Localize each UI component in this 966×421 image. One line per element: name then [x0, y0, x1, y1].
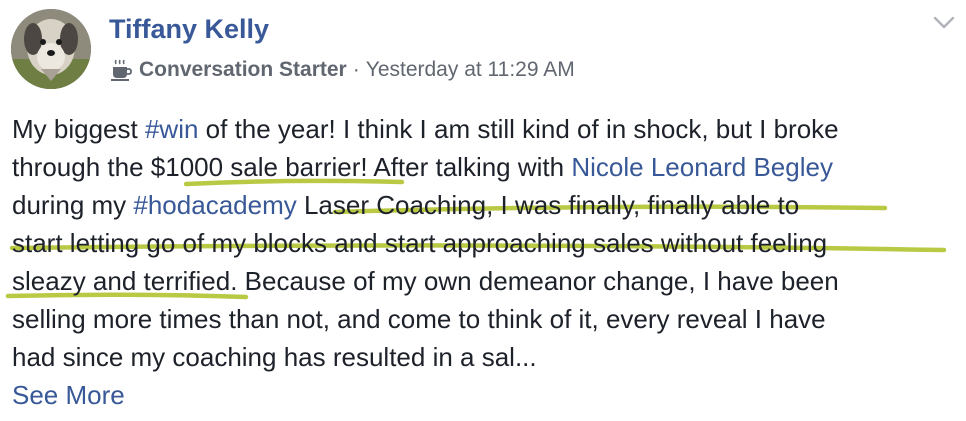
- inline-link[interactable]: Nicole Leonard Begley: [571, 152, 833, 182]
- meta-separator: ·: [352, 58, 360, 81]
- post-text-segment: of the year! I think I am still kind of …: [198, 114, 839, 144]
- post-line: sleazy and terrified. Because of my own …: [12, 262, 957, 300]
- post-text-segment: start letting go of my blocks and start …: [12, 228, 828, 258]
- post-text-segment: sleazy and terrified. Because of my own …: [12, 266, 839, 296]
- coffee-cup-icon: [109, 58, 133, 82]
- post-body: My biggest #win of the year! I think I a…: [12, 110, 957, 414]
- see-more-link[interactable]: See More: [12, 380, 125, 410]
- post-text-segment: Laser Coaching, I was finally, finally a…: [296, 190, 800, 220]
- post-line: My biggest #win of the year! I think I a…: [12, 110, 957, 148]
- post-text-segment: had since my coaching has resulted in a …: [12, 342, 537, 372]
- post-line: had since my coaching has resulted in a …: [12, 338, 957, 376]
- dog-photo: [11, 9, 91, 89]
- post-line: during my #hodacademy Laser Coaching, I …: [12, 186, 957, 224]
- see-more-line: See More: [12, 376, 957, 414]
- post-timestamp[interactable]: Yesterday at 11:29 AM: [366, 58, 575, 82]
- inline-link[interactable]: #win: [145, 114, 198, 144]
- post-line: start letting go of my blocks and start …: [12, 224, 957, 262]
- post-meta: Conversation Starter · Yesterday at 11:2…: [109, 55, 575, 85]
- avatar[interactable]: [11, 9, 91, 89]
- post-text-segment: My biggest: [12, 114, 145, 144]
- badge-label[interactable]: Conversation Starter: [139, 58, 347, 82]
- chevron-down-icon[interactable]: [932, 14, 956, 32]
- inline-link[interactable]: #hodacademy: [133, 190, 296, 220]
- post-line: through the $1000 sale barrier! After ta…: [12, 148, 957, 186]
- post-text-segment: through the $1000 sale barrier! After ta…: [12, 152, 572, 182]
- author-name-link[interactable]: Tiffany Kelly: [109, 14, 269, 45]
- post-text-segment: during my: [12, 190, 134, 220]
- post-card: Tiffany Kelly Conversation Starter · Yes…: [0, 0, 966, 421]
- post-text-segment: selling more times than not, and come to…: [12, 304, 826, 334]
- post-line: selling more times than not, and come to…: [12, 300, 957, 338]
